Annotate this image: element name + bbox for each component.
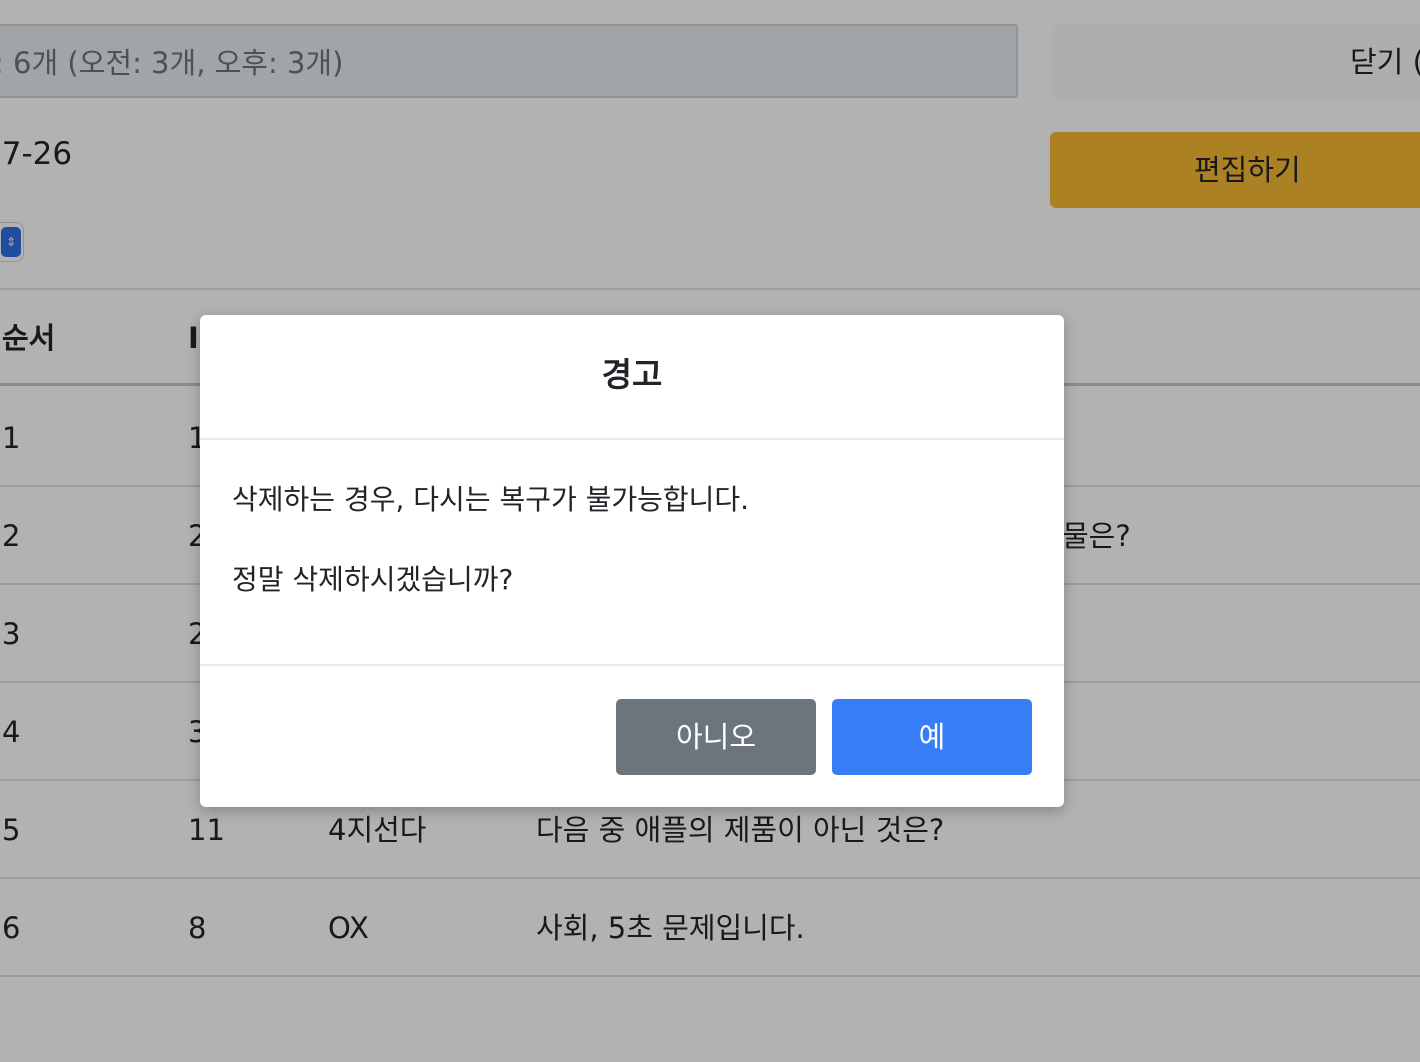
dialog-body: 삭제하는 경우, 다시는 복구가 불가능합니다. 정말 삭제하시겠습니까? <box>200 440 1064 666</box>
dialog-footer: 아니오 예 <box>200 666 1064 807</box>
dialog-header: 경고 <box>200 315 1064 440</box>
no-button[interactable]: 아니오 <box>616 699 816 775</box>
yes-button[interactable]: 예 <box>832 699 1032 775</box>
warning-dialog: 경고 삭제하는 경우, 다시는 복구가 불가능합니다. 정말 삭제하시겠습니까?… <box>200 315 1064 807</box>
dialog-message-warning: 삭제하는 경우, 다시는 복구가 불가능합니다. <box>232 483 750 516</box>
dialog-title: 경고 <box>601 355 663 394</box>
page: i: 6개 (오전: 3개, 오후: 3개) 닫기 ( 07-26 편집하기 ⇕… <box>0 0 1420 1062</box>
dialog-message-confirm: 정말 삭제하시겠습니까? <box>232 563 514 596</box>
